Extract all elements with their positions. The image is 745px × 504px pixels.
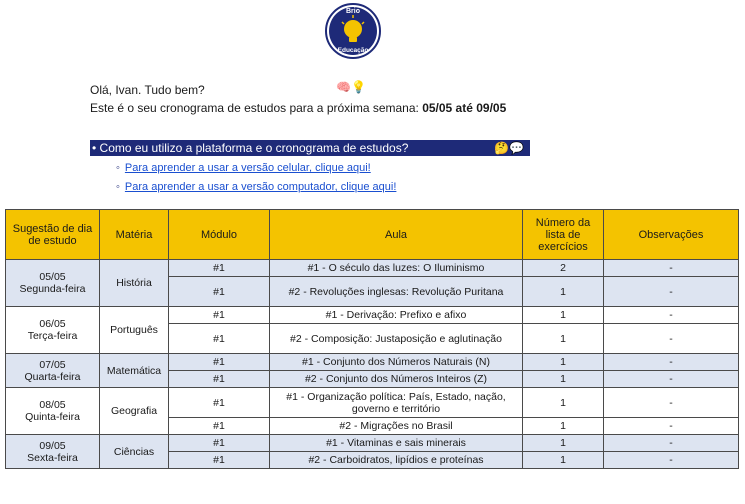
notes-cell: - [603, 387, 739, 418]
header-list-number: Número da lista de exercícios [522, 209, 604, 260]
table-row: 07/05 Quarta-feira Matemática #1 #1 - Con… [5, 353, 739, 388]
schedule-table: Sugestão de dia de estudo Matéria Módulo… [5, 209, 739, 469]
table-row: 08/05 Quinta-feira Geografia #1 #1 - Orga… [5, 387, 739, 435]
list-cell: 1 [522, 306, 604, 324]
link-mobile-row: ◦ Para aprender a usar a versão celular, … [116, 162, 371, 174]
howto-banner[interactable]: • Como eu utilizo a plataforma e o crono… [90, 140, 530, 156]
notes-cell: - [603, 276, 739, 307]
howto-label: • Como eu utilizo a plataforma e o crono… [92, 141, 409, 155]
intro-text: Este é o seu cronograma de estudos para … [90, 101, 506, 115]
table-header-row: Sugestão de dia de estudo Matéria Módulo… [5, 209, 739, 260]
subject-cell: História [99, 259, 169, 307]
list-cell: 1 [522, 370, 604, 388]
day-cell: 09/05 Sexta-feira [5, 434, 100, 469]
subject-cell: Ciências [99, 434, 169, 469]
lesson-cell: #2 - Migrações no Brasil [269, 417, 523, 435]
list-cell: 1 [522, 417, 604, 435]
lesson-cell: #2 - Revoluções inglesas: Revolução Puri… [269, 276, 523, 307]
module-cell: #1 [168, 387, 270, 418]
list-cell: 1 [522, 434, 604, 452]
module-cell: #1 [168, 259, 270, 277]
header-lesson: Aula [269, 209, 523, 260]
header-module: Módulo [168, 209, 270, 260]
table-row: 06/05 Terça-feira Português #1 #1 - Deriv… [5, 306, 739, 354]
list-cell: 1 [522, 353, 604, 371]
bullet-icon: ◦ [116, 162, 120, 174]
brio-logo: Brio Educação [325, 0, 381, 62]
link-mobile-guide[interactable]: Para aprender a usar a versão celular, c… [125, 162, 371, 174]
subject-cell: Matemática [99, 353, 169, 388]
list-cell: 1 [522, 276, 604, 307]
header-day: Sugestão de dia de estudo [5, 209, 100, 260]
lesson-cell: #1 - Organização política: País, Estado,… [269, 387, 523, 418]
greeting: Olá, Ivan. Tudo bem? [90, 83, 205, 97]
lesson-cell: #2 - Conjunto dos Números Inteiros (Z) [269, 370, 523, 388]
lesson-cell: #1 - Derivação: Prefixo e afixo [269, 306, 523, 324]
notes-cell: - [603, 353, 739, 371]
module-cell: #1 [168, 434, 270, 452]
day-cell: 08/05 Quinta-feira [5, 387, 100, 435]
notes-cell: - [603, 259, 739, 277]
notes-cell: - [603, 306, 739, 324]
link-desktop-row: ◦ Para aprender a usar a versão computado… [116, 181, 396, 193]
subject-cell: Português [99, 306, 169, 354]
day-cell: 06/05 Terça-feira [5, 306, 100, 354]
notes-cell: - [603, 434, 739, 452]
module-cell: #1 [168, 306, 270, 324]
module-cell: #1 [168, 353, 270, 371]
header-subject: Matéria [99, 209, 169, 260]
logo-text-bottom: Educação [338, 47, 369, 54]
lesson-cell: #1 - Conjunto dos Números Naturais (N) [269, 353, 523, 371]
thinking-speech-icon: 🤔💬 [494, 141, 524, 155]
lesson-cell: #2 - Composição: Justaposição e aglutina… [269, 323, 523, 354]
day-cell: 05/05 Segunda-feira [5, 259, 100, 307]
header-notes: Observações [603, 209, 739, 260]
subject-cell: Geografia [99, 387, 169, 435]
link-desktop-guide[interactable]: Para aprender a usar a versão computador… [125, 181, 397, 193]
list-cell: 1 [522, 387, 604, 418]
brain-bulb-icon: 🧠💡 [336, 80, 366, 94]
list-cell: 1 [522, 451, 604, 469]
intro-label: Este é o seu cronograma de estudos para … [90, 101, 423, 115]
module-cell: #1 [168, 370, 270, 388]
bullet-icon: ◦ [116, 181, 120, 193]
notes-cell: - [603, 370, 739, 388]
intro-dates: 05/05 até 09/05 [422, 101, 507, 115]
list-cell: 2 [522, 259, 604, 277]
table-row: 09/05 Sexta-feira Ciências #1 #1 - Vitami… [5, 434, 739, 469]
day-cell: 07/05 Quarta-feira [5, 353, 100, 388]
lesson-cell: #1 - O século das luzes: O Iluminismo [269, 259, 523, 277]
notes-cell: - [603, 323, 739, 354]
notes-cell: - [603, 417, 739, 435]
notes-cell: - [603, 451, 739, 469]
lesson-cell: #2 - Carboidratos, lipídios e proteínas [269, 451, 523, 469]
table-row: 05/05 Segunda-feira História #1 #1 - O sé… [5, 259, 739, 307]
module-cell: #1 [168, 417, 270, 435]
module-cell: #1 [168, 276, 270, 307]
module-cell: #1 [168, 323, 270, 354]
module-cell: #1 [168, 451, 270, 469]
list-cell: 1 [522, 323, 604, 354]
lesson-cell: #1 - Vitaminas e sais minerais [269, 434, 523, 452]
logo-text-top: Brio [346, 8, 360, 15]
